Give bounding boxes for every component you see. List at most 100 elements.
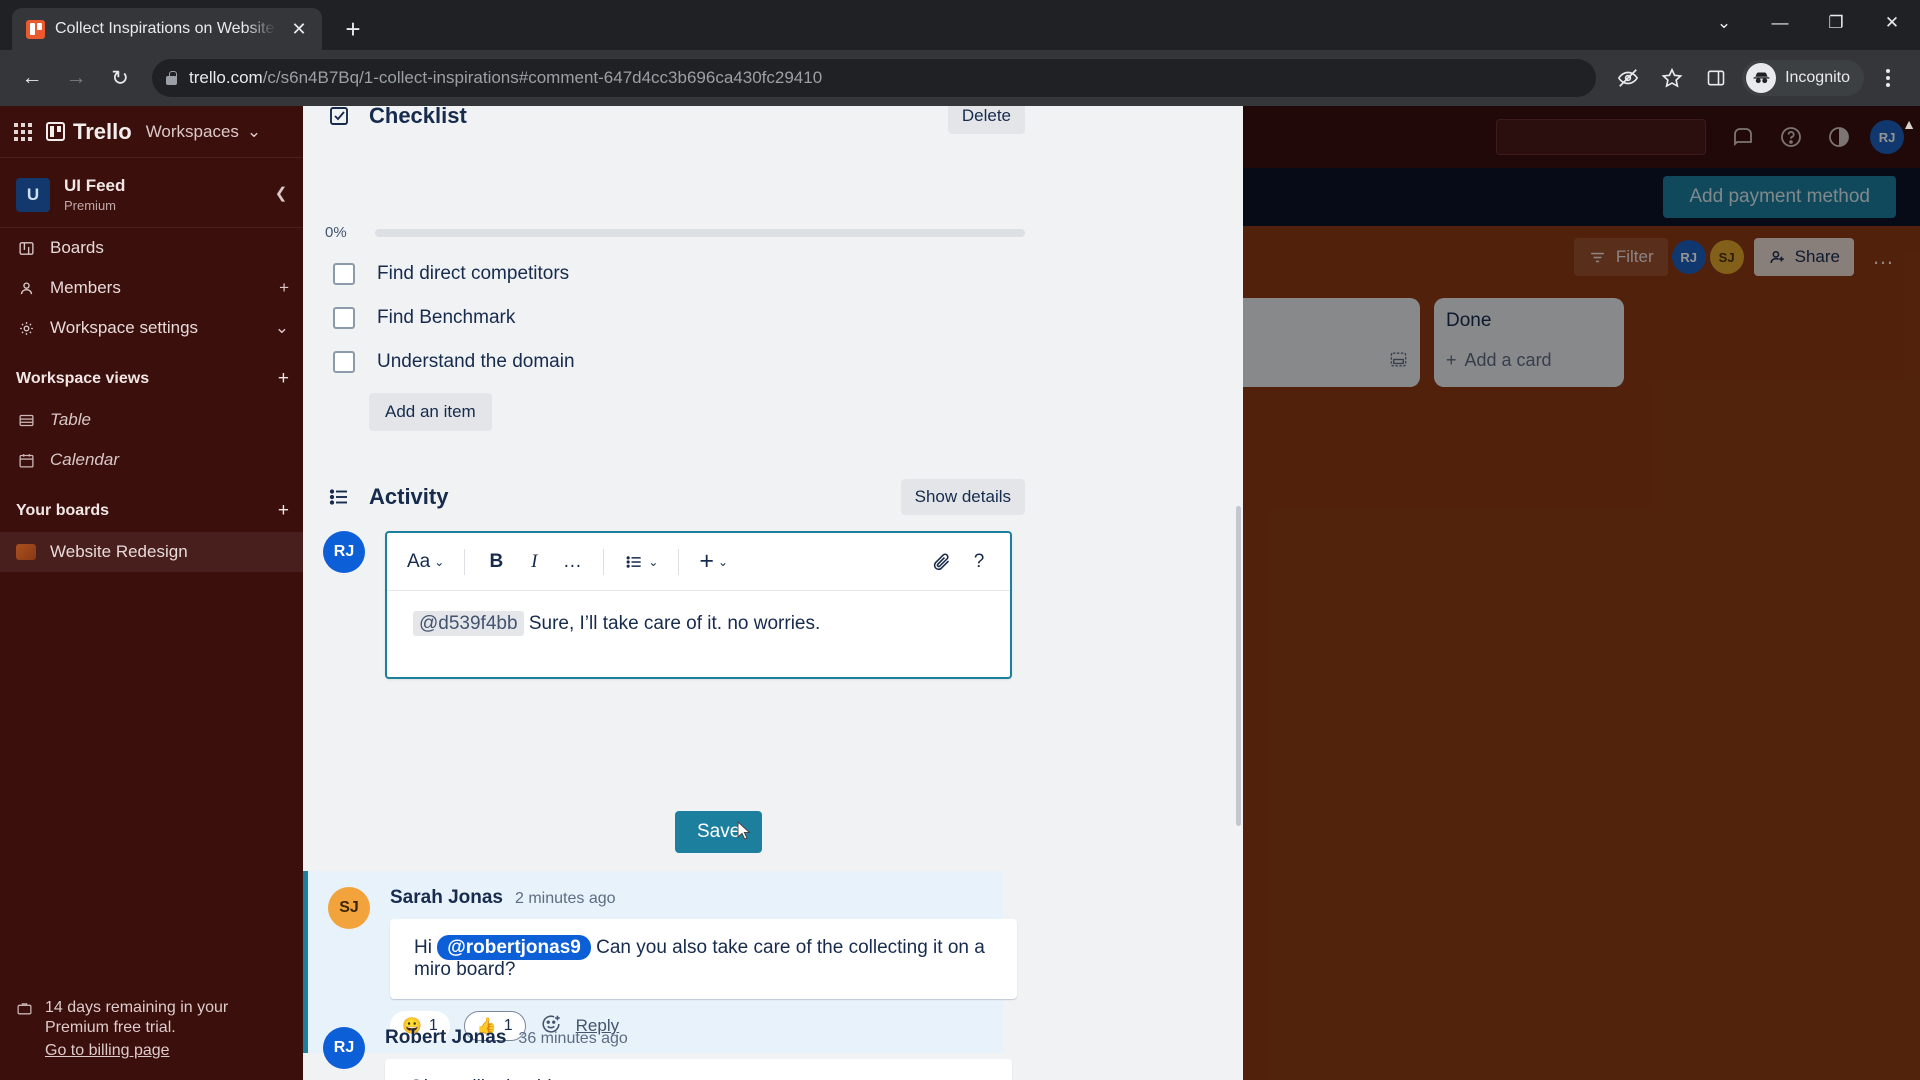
comment-composer[interactable]: Aa ⌄ B I … ⌄ + ⌄ ? @d539f4bb Sure, I’ll … [385, 531, 1012, 679]
checklist-item-label: Find Benchmark [377, 307, 516, 328]
browser-tab[interactable]: Collect Inspirations on Website R ✕ [12, 8, 322, 50]
question-icon[interactable]: ? [962, 544, 996, 580]
mention-chip[interactable]: @robertjonas9 [437, 935, 591, 960]
avatar: RJ [323, 531, 365, 573]
workspace-name: UI Feed [64, 176, 126, 195]
show-details-button[interactable]: Show details [900, 479, 1025, 515]
billing-page-link[interactable]: Go to billing page [45, 1041, 287, 1062]
sidebar-item-label: Calendar [50, 450, 119, 470]
calendar-icon [16, 452, 36, 469]
sidebar-item-workspace-settings[interactable]: Workspace settings ⌄ [0, 308, 303, 348]
workspace-views-heading: Workspace views + [0, 358, 303, 400]
third-party-cookies-icon[interactable] [1608, 58, 1648, 98]
mention-chip: @d539f4bb [413, 611, 524, 636]
person-icon [16, 280, 36, 297]
text-style-button[interactable]: Aa ⌄ [401, 544, 450, 580]
close-tab-icon[interactable]: ✕ [286, 16, 312, 42]
more-formatting-button[interactable]: … [555, 544, 589, 580]
address-bar[interactable]: trello.com/c/s6n4B7Bq/1-collect-inspirat… [152, 59, 1597, 97]
chrome-menu-icon[interactable] [1868, 58, 1908, 98]
add-view-icon[interactable]: + [278, 368, 289, 390]
bookmark-star-icon[interactable] [1652, 58, 1692, 98]
delete-checklist-button[interactable]: Delete [947, 106, 1025, 134]
insert-button[interactable]: + ⌄ [693, 544, 734, 580]
side-panel-icon[interactable] [1696, 58, 1736, 98]
modal-scrollbar[interactable] [1235, 106, 1243, 1080]
sidebar-item-website-redesign[interactable]: Website Redesign [0, 532, 303, 573]
section-label: Workspace views [16, 370, 150, 388]
mouse-cursor [737, 820, 751, 841]
url-domain: trello.com [189, 68, 263, 87]
add-checklist-item-button[interactable]: Add an item [369, 393, 492, 431]
workspace-header[interactable]: U UI Feed Premium ❮ [0, 158, 303, 229]
comment-text-before: Hi [414, 937, 432, 958]
checklist-item[interactable]: Find direct competitors [333, 252, 993, 296]
close-window-icon[interactable]: ✕ [1864, 0, 1920, 46]
workspace-avatar: U [16, 177, 50, 212]
your-boards-heading: Your boards + [0, 490, 303, 532]
sidebar-item-calendar[interactable]: Calendar [0, 440, 303, 480]
checklist-item[interactable]: Understand the domain [333, 340, 993, 384]
checklist-item[interactable]: Find Benchmark [333, 296, 993, 340]
workspaces-menu[interactable]: Workspaces ⌄ [146, 122, 261, 142]
paperclip-icon[interactable] [924, 544, 958, 580]
trello-logo[interactable]: Trello [46, 119, 132, 145]
trial-line-1: 14 days remaining in your [45, 998, 229, 1016]
trial-text: 14 days remaining in your Premium free t… [45, 998, 287, 1062]
comment-text: Sure, I’ll take care of it. no worries. [528, 613, 821, 634]
sidebar-item-boards[interactable]: Boards [0, 228, 303, 268]
sidebar-item-table[interactable]: Table [0, 400, 303, 440]
profile-incognito-button[interactable]: Incognito [1742, 60, 1864, 96]
scrollbar-thumb[interactable] [1236, 506, 1241, 826]
chevron-down-icon[interactable]: ⌄ [275, 318, 289, 338]
table-icon [16, 412, 36, 429]
checkbox[interactable] [333, 307, 355, 329]
add-board-icon[interactable]: + [278, 500, 289, 522]
add-member-icon[interactable]: + [279, 278, 289, 298]
scroll-up-arrow[interactable]: ▲ [1902, 116, 1916, 132]
board-thumbnail [16, 544, 36, 561]
toolbar-divider [464, 548, 466, 575]
new-tab-button[interactable]: + [336, 12, 370, 46]
trello-icon [26, 19, 45, 39]
comment-author: Sarah Jonas [390, 887, 503, 908]
forward-icon[interactable]: → [56, 58, 96, 98]
list-button[interactable]: ⌄ [618, 544, 664, 580]
app-switcher-icon[interactable] [14, 122, 32, 141]
bold-button[interactable]: B [479, 544, 513, 580]
reload-icon[interactable]: ↻ [100, 58, 140, 98]
comment-input[interactable]: @d539f4bb Sure, I’ll take care of it. no… [387, 591, 1010, 677]
maximize-icon[interactable]: ❐ [1808, 0, 1864, 46]
italic-button[interactable]: I [517, 544, 551, 580]
workspace-plan: Premium [64, 198, 117, 214]
comment-body[interactable]: Okay will take this up [385, 1059, 1012, 1080]
activity-icon [325, 485, 353, 509]
card-detail-modal: Checklist Delete 0% Find direct competit… [303, 106, 1243, 1080]
url-text: trello.com/c/s6n4B7Bq/1-collect-inspirat… [189, 68, 822, 88]
sidebar-item-label: Workspace settings [50, 318, 199, 338]
text-style-label: Aa [407, 550, 431, 572]
app-name: Trello [73, 118, 132, 144]
checklist-percent: 0% [325, 224, 347, 241]
chevron-down-icon: ⌄ [648, 554, 659, 569]
sidebar-item-members[interactable]: Members + [0, 268, 303, 308]
activity-header: Activity Show details [325, 479, 1025, 515]
comment-composer-row: RJ Aa ⌄ B I … ⌄ + ⌄ ? @d539f4bb Sure, I’… [323, 531, 1012, 679]
checklist-item-label: Find direct competitors [377, 263, 570, 284]
briefcase-icon [16, 1000, 33, 1022]
checkbox[interactable] [333, 351, 355, 373]
browser-toolbar: ← → ↻ trello.com/c/s6n4B7Bq/1-collect-in… [0, 50, 1920, 106]
checklist-header: Checklist Delete [325, 106, 1025, 134]
checklist-icon [325, 106, 353, 128]
comment-body[interactable]: Hi @robertjonas9 Can you also take care … [390, 919, 1017, 999]
profile-label: Incognito [1785, 69, 1850, 86]
checkbox[interactable] [333, 263, 355, 285]
toolbar-divider [678, 548, 680, 575]
sidebar-item-label: Table [50, 410, 91, 430]
toolbar-divider [603, 548, 605, 575]
collapse-sidebar-icon[interactable]: ❮ [269, 181, 293, 205]
back-icon[interactable]: ← [12, 58, 52, 98]
avatar: RJ [323, 1027, 365, 1069]
tab-search-icon[interactable]: ⌄ [1696, 0, 1752, 46]
minimize-icon[interactable]: — [1752, 0, 1808, 46]
